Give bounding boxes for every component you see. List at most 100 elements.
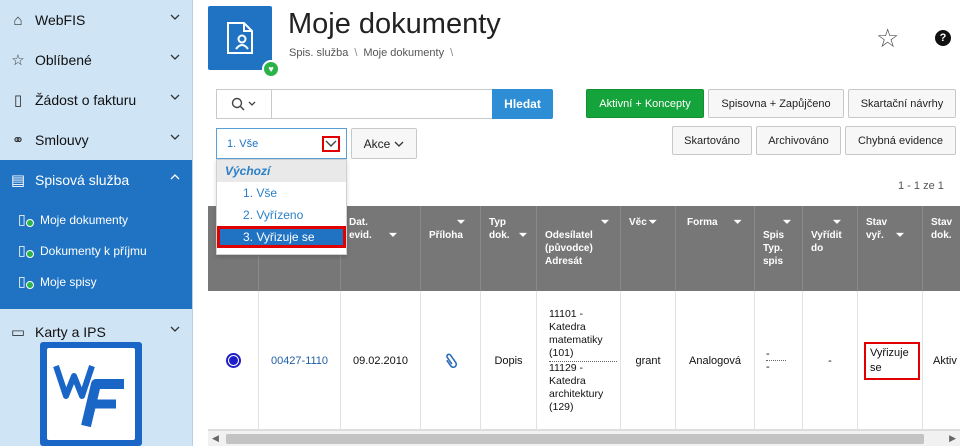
row-type-cell: Dopis (481, 291, 537, 430)
row-date: 09.02.2010 (352, 354, 409, 367)
dropdown-option[interactable]: 1. Vše (217, 182, 346, 204)
filter-icon[interactable]: ⏷ (734, 217, 742, 228)
column-vec[interactable]: Věc ⏷ (621, 206, 676, 291)
column-label: Spis Typ. spis (763, 230, 785, 267)
actions-menu-button[interactable]: Akce (351, 128, 417, 159)
sidebar-item-label: Oblíbené (35, 52, 92, 68)
filter-icon[interactable]: ⏷ (457, 216, 480, 229)
sidebar-item-label: Spisová služba (35, 172, 130, 188)
chevron-down-icon (170, 134, 180, 140)
column-spis[interactable]: ⏷ Spis Typ. spis (755, 206, 803, 291)
column-priloha[interactable]: ⏷ Příloha (421, 206, 481, 291)
filter-skartacni-navrhy[interactable]: Skartační návrhy (848, 89, 956, 118)
search-button[interactable]: Hledat (492, 89, 553, 119)
row-id-cell[interactable]: 00427-1110 (259, 291, 341, 430)
row-vyridit: - (828, 354, 832, 367)
breadcrumb-item[interactable]: Spis. služba (289, 47, 348, 59)
chevron-down-icon (170, 14, 180, 20)
sidebar-subitem-moje-spisy[interactable]: ▯ Moje spisy (0, 266, 192, 297)
search-input[interactable] (271, 89, 493, 119)
sidebar-item-oblibene[interactable]: ☆ Oblíbené (0, 40, 192, 80)
sidebar-item-label: Karty a IPS (35, 324, 106, 340)
filter-chybna-evidence[interactable]: Chybná evidence (845, 126, 956, 155)
filter-icon[interactable]: ⏷ (833, 216, 857, 229)
sidebar-submenu: ▯ Moje dokumenty ▯ Dokumenty k příjmu ▯ … (0, 200, 192, 309)
row-select-cell[interactable] (208, 291, 259, 430)
column-forma[interactable]: Forma ⏷ (676, 206, 755, 291)
column-typ-dok[interactable]: Typ dok. ⏷ (481, 206, 537, 291)
column-odesilatel[interactable]: ⏷ Odesílatel (původce) Adresát (537, 206, 621, 291)
row-radio-selected[interactable] (225, 353, 241, 368)
column-stav-vyr[interactable]: Stav vyř. ⏷ (858, 206, 923, 291)
filter-icon[interactable]: ⏷ (649, 217, 657, 228)
help-icon[interactable]: ? (935, 30, 951, 46)
scroll-left-icon[interactable]: ◀ (212, 433, 219, 444)
chevron-down-icon (394, 141, 404, 147)
column-dat-evid[interactable]: Dat. evid. ⏷ (341, 206, 421, 291)
horizontal-scrollbar[interactable]: ◀ ▶ (208, 430, 960, 446)
sidebar-item-webfis[interactable]: ⌂ WebFIS (0, 0, 192, 40)
breadcrumb-item[interactable]: Moje dokumenty (363, 47, 444, 59)
invoice-icon: ▯ (13, 92, 23, 109)
chevron-down-icon (170, 54, 180, 60)
column-label: Příloha (429, 230, 463, 241)
favorite-star-icon[interactable]: ☆ (876, 24, 899, 52)
row-stav-vyr: Vyřizuje se (864, 341, 920, 380)
sidebar-item-label: Smlouvy (35, 132, 89, 148)
report-select-toggle[interactable] (322, 136, 340, 152)
filter-icon[interactable]: ⏷ (783, 216, 802, 229)
filter-skartovano[interactable]: Skartováno (672, 126, 752, 155)
column-stav-dok[interactable]: Stav dok. (923, 206, 960, 291)
row-vec: grant (635, 354, 661, 367)
documents-incoming-icon: ▯ (18, 242, 40, 259)
breadcrumb: Spis. služba \ Moje dokumenty \ (289, 47, 454, 59)
row-attachment-cell[interactable] (421, 291, 481, 430)
sidebar-subitem-dokumenty-k-prijmu[interactable]: ▯ Dokumenty k příjmu (0, 235, 192, 266)
row-stav-dok: Aktiv (933, 354, 957, 367)
card-icon: ▭ (10, 324, 26, 341)
scroll-right-icon[interactable]: ▶ (949, 433, 956, 444)
sidebar-item-spisova-sluzba[interactable]: ▤ Spisová služba (0, 160, 192, 200)
dropdown-option-selected[interactable]: 3. Vyřizuje se (217, 226, 346, 248)
column-label: Věc (629, 217, 647, 228)
document-link[interactable]: 00427-1110 (271, 355, 328, 367)
chevron-up-icon (170, 174, 180, 180)
filter-icon[interactable]: ⏷ (519, 230, 527, 241)
sidebar-subitem-label: Moje spisy (40, 274, 97, 289)
paperclip-icon[interactable] (444, 352, 458, 370)
search-icon (231, 97, 255, 111)
filter-aktivni-koncepty[interactable]: Aktivní + Koncepty (586, 89, 704, 118)
document-user-icon (227, 22, 253, 54)
search-options-button[interactable] (216, 89, 272, 119)
row-spis: - (766, 348, 786, 361)
filter-icon[interactable]: ⏷ (389, 230, 397, 241)
dropdown-option[interactable]: 2. Vyřízeno (217, 204, 346, 226)
row-sender: 11101 - Katedra matematiky (101) (549, 308, 617, 362)
column-label: Odesílatel (původce) Adresát (545, 230, 593, 267)
column-label: Stav dok. (931, 217, 953, 241)
row-stav-vyr-cell: Vyřizuje se (858, 291, 923, 430)
actions-menu-label: Akce (363, 136, 391, 151)
filter-icon[interactable]: ⏷ (896, 230, 904, 241)
report-select-value: 1. Vše (227, 137, 259, 150)
home-icon: ⌂ (13, 11, 23, 29)
row-forma: Analogová (689, 354, 741, 367)
filter-archivovano[interactable]: Archivováno (756, 126, 841, 155)
chevron-down-icon (170, 326, 180, 332)
row-date-cell: 09.02.2010 (341, 291, 421, 430)
sidebar: ⌂ WebFIS ☆ Oblíbené ▯ Žádost o fakturu ⚭… (0, 0, 193, 446)
sidebar-item-smlouvy[interactable]: ⚭ Smlouvy (0, 120, 192, 160)
folder-user-icon: ▯ (18, 273, 40, 290)
column-label: Stav vyř. (866, 217, 888, 241)
sidebar-item-zadost[interactable]: ▯ Žádost o fakturu (0, 80, 192, 120)
sidebar-subitem-moje-dokumenty[interactable]: ▯ Moje dokumenty (0, 204, 192, 235)
column-vyridit-do[interactable]: ⏷ Vyřídit do (803, 206, 858, 291)
filter-spisovna-zapujceno[interactable]: Spisovna + Zapůjčeno (708, 89, 844, 118)
row-vyridit-cell: - (803, 291, 858, 430)
scrollbar-thumb[interactable] (226, 434, 924, 444)
table-row[interactable]: 00427-1110 09.02.2010 Dopis 11101 - Kate… (208, 291, 960, 430)
chevron-down-icon (170, 94, 180, 100)
filter-icon[interactable]: ⏷ (601, 216, 620, 229)
row-spis-typ: - (766, 361, 770, 373)
chevron-down-icon (325, 140, 337, 147)
